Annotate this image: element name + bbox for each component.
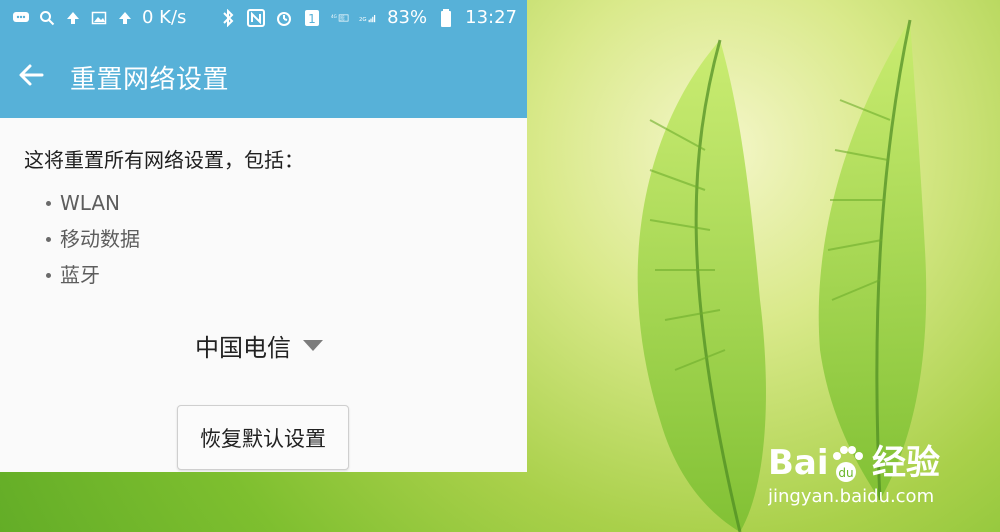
status-right-icons: 1 4G 4G 2G 2G 83% 13:27 [219,9,517,27]
content-area: 这将重置所有网络设置，包括： WLAN 移动数据 蓝牙 [0,118,527,293]
phone-screen: 0 K/s 1 4G 4G 2G 2G 83% 13:27 重置网络设置 这将重… [0,0,527,472]
back-button[interactable] [18,55,62,99]
sim-dropdown[interactable]: 中国电信 [195,326,323,364]
watermark-brand: Bai [768,443,829,483]
watermark-brand-suffix: 经验 [872,443,940,483]
signal-icon: 4G 4G 2G [331,9,349,27]
svg-text:4G: 4G [331,14,337,19]
battery-icon [437,9,455,27]
watermark-url: jingyan.baidu.com [768,486,934,507]
baidu-watermark: Bai du 经验 jingyan.baidu.com [768,443,940,507]
bluetooth-icon [219,9,237,27]
status-bar: 0 K/s 1 4G 4G 2G 2G 83% 13:27 [0,0,527,36]
bullet-dot [46,272,51,278]
list-item: WLAN [46,185,503,221]
signal-2g-icon: 2G [359,9,377,27]
search-icon [38,9,56,27]
page-title: 重置网络设置 [70,64,230,95]
upload-icon [64,9,82,27]
status-left-icons: 0 K/s [12,9,186,27]
reset-items-list: WLAN 移动数据 蓝牙 [46,185,503,293]
svg-text:du: du [838,466,853,480]
caret-down-icon [303,339,323,351]
battery-percent: 83% [387,7,428,28]
alarm-icon [275,9,293,27]
sim-dropdown-value: 中国电信 [195,333,291,362]
network-speed: 0 K/s [142,7,187,28]
paw-logo: du [833,446,863,482]
nfc-icon [247,9,266,27]
message-icon [12,9,30,27]
clock: 13:27 [465,7,517,28]
reset-settings-button[interactable]: 恢复默认设置 [177,405,349,470]
bullet-dot [46,200,51,206]
svg-text:1: 1 [308,12,316,26]
image-icon [90,9,108,27]
upload-icon [116,9,134,27]
svg-text:2G: 2G [359,17,367,23]
back-arrow-icon [18,62,44,92]
list-item: 蓝牙 [46,257,503,293]
sim-icon: 1 [303,9,321,27]
list-item: 移动数据 [46,221,503,257]
svg-text:2G: 2G [340,18,345,22]
bullet-dot [46,236,51,242]
reset-description: 这将重置所有网络设置，包括： [24,148,304,172]
app-bar: 重置网络设置 [0,36,527,118]
